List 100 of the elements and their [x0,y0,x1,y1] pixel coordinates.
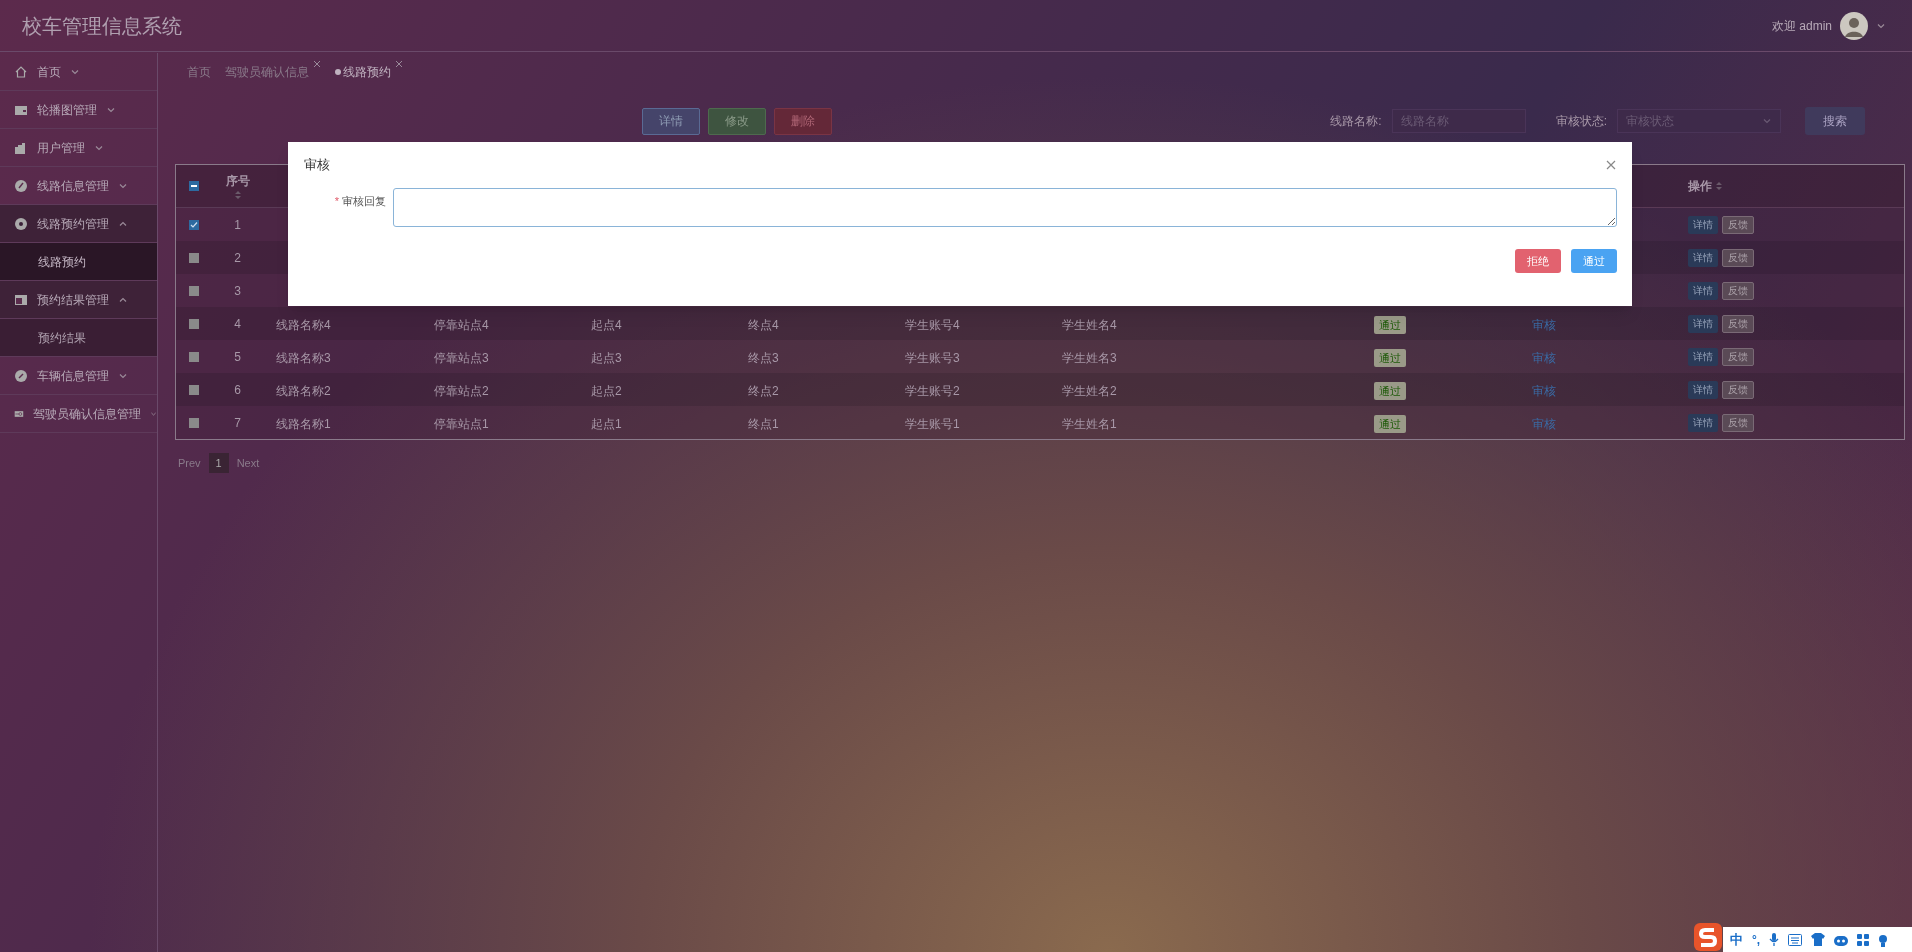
details-button[interactable]: 详情 [1688,314,1718,333]
table-cell: 终点3 [748,350,779,365]
reject-button[interactable]: 拒绝 [1515,249,1561,273]
table-cell-text: 3 [234,282,241,300]
feedback-button[interactable]: 反馈 [1722,215,1754,234]
shirt-icon[interactable] [1811,933,1826,946]
delete-button[interactable]: 删除 [774,107,832,135]
review-link[interactable]: 审核 [1532,383,1556,398]
feedback-button[interactable]: 反馈 [1722,281,1754,300]
table-cell: 学生账号1 [905,416,960,431]
table-cell: 停靠站点4 [434,317,489,332]
table-cell: 停靠站点2 [434,383,489,398]
details-button[interactable]: 详情 [1688,380,1718,399]
table-cell: 起点4 [591,317,622,332]
required-mark: * [334,194,339,209]
sidebar-item[interactable]: 车辆信息管理 [0,357,157,395]
sort-icon[interactable] [234,190,241,200]
table-cell: 学生账号2 [905,383,960,398]
sidebar-subitem[interactable]: 预约结果 [0,319,157,357]
close-icon[interactable] [395,60,403,68]
table-cell: 停靠站点3 [434,350,489,365]
feedback-button[interactable]: 反馈 [1722,248,1754,267]
status-badge: 通过 [1374,315,1406,334]
row-checkbox[interactable] [189,285,199,296]
close-icon[interactable] [1606,160,1616,170]
row-checkbox[interactable] [189,219,199,230]
input-method-logo-icon[interactable] [1693,922,1723,952]
avatar-icon[interactable] [1840,11,1868,40]
feedback-button[interactable]: 反馈 [1722,314,1754,333]
table-cell-text: 2 [234,249,241,267]
welcome-text: 欢迎 admin [1771,17,1832,35]
sidebar-item[interactable]: 驾驶员确认信息管理 [0,395,157,433]
review-link[interactable]: 审核 [1532,317,1556,332]
next-link[interactable]: Next [236,454,260,472]
row-checkbox[interactable] [189,417,199,428]
table-cell: 停靠站点1 [434,416,489,431]
column-header: 序号 [225,173,250,190]
feedback-button[interactable]: 反馈 [1722,347,1754,366]
sort-icon[interactable] [1716,181,1722,191]
row-checkbox[interactable] [189,252,199,263]
breadcrumb-tab[interactable]: 首页 [187,63,211,81]
prev-link[interactable]: Prev [178,454,201,472]
sidebar-item[interactable]: 用户管理 [0,129,157,167]
table-cell: 学生账号4 [905,317,960,332]
gauge-icon [14,178,28,193]
microphone-icon[interactable] [1769,932,1780,947]
check-icon [190,220,198,229]
filter-label: 线路名称: [1330,113,1382,130]
search-button[interactable]: 搜索 [1805,107,1865,135]
table-cell: 线路名称2 [276,383,331,398]
keyboard-icon[interactable] [1788,933,1803,946]
select-all-checkbox[interactable] [189,181,199,191]
table-cell: 终点4 [748,317,779,332]
gauge-icon [14,368,28,383]
table-cell-text: 7 [234,414,241,432]
dialog-title: 审核 [304,156,330,175]
table-cell: 起点1 [591,416,622,431]
close-icon[interactable] [313,60,321,68]
details-button[interactable]: 详情 [1688,413,1718,432]
punctuation-toggle[interactable]: °, [1752,930,1761,949]
page-button[interactable]: 1 [208,453,229,473]
row-checkbox[interactable] [189,384,199,395]
breadcrumb-tab[interactable]: 线路预约 [335,63,403,81]
home-icon [14,64,28,79]
feedback-button[interactable]: 反馈 [1722,413,1754,432]
details-button[interactable]: 详情 [642,107,700,135]
table-cell-text: 6 [234,381,241,399]
approve-button[interactable]: 通过 [1571,249,1617,273]
sidebar-item[interactable]: 预约结果管理 [0,281,157,319]
details-button[interactable]: 详情 [1688,248,1718,267]
details-button[interactable]: 详情 [1688,215,1718,234]
sidebar-item[interactable]: 线路预约管理 [0,205,157,243]
sidebar-item[interactable]: 轮播图管理 [0,91,157,129]
grid-icon[interactable] [1857,933,1870,946]
sidebar-item[interactable]: 首页 [0,53,157,91]
feedback-button[interactable]: 反馈 [1722,380,1754,399]
table-cell: 线路名称3 [276,350,331,365]
table-cell: 起点2 [591,383,622,398]
language-toggle[interactable]: 中 [1730,929,1743,950]
reply-textarea[interactable] [393,188,1617,227]
bulb-icon[interactable] [1878,932,1889,947]
disc-icon [14,216,28,231]
filter-label: 审核状态: [1555,113,1607,130]
table-cell: 线路名称4 [276,317,331,332]
breadcrumb-tab[interactable]: 驾驶员确认信息 [225,63,321,81]
bar-chart-icon [14,140,28,155]
sidebar-subitem[interactable]: 线路预约 [0,243,157,281]
app-title: 校车管理信息系统 [22,13,182,39]
table-cell: 学生姓名1 [1062,416,1117,431]
details-button[interactable]: 详情 [1688,347,1718,366]
table-cell-text: 4 [234,315,241,333]
edit-button[interactable]: 修改 [708,107,766,135]
status-badge: 通过 [1374,414,1406,433]
row-checkbox[interactable] [189,318,199,329]
row-checkbox[interactable] [189,351,199,362]
table-cell: 学生姓名3 [1062,350,1117,365]
robot-icon[interactable] [1834,933,1849,946]
table-cell: 学生账号3 [905,350,960,365]
status-badge: 通过 [1374,348,1406,367]
details-button[interactable]: 详情 [1688,281,1718,300]
